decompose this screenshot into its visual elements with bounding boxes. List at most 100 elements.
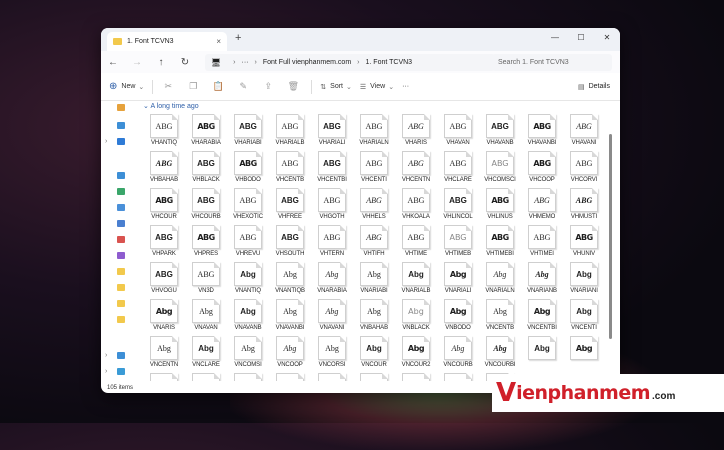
- breadcrumb-more[interactable]: ···: [242, 59, 249, 66]
- font-file-item[interactable]: Abg: [227, 373, 269, 381]
- back-button[interactable]: ←: [101, 57, 125, 68]
- font-file-item[interactable]: ABG VHTIMEB: [437, 225, 479, 262]
- search-input[interactable]: Search 1. Font TCVN3: [492, 53, 612, 71]
- chevron-right-icon[interactable]: ›: [105, 352, 107, 359]
- font-file-item[interactable]: Abg VNCOURBI: [479, 336, 521, 373]
- font-file-item[interactable]: Abg: [143, 373, 185, 381]
- font-file-item[interactable]: ABG VHUNIV: [563, 225, 605, 262]
- vertical-scrollbar[interactable]: [609, 134, 612, 339]
- font-file-item[interactable]: ABG VHPARK: [143, 225, 185, 262]
- font-file-item[interactable]: ABG VHFREE: [269, 188, 311, 225]
- font-file-item[interactable]: ABG VHPRES: [185, 225, 227, 262]
- font-file-item[interactable]: Abg VNARIANB: [521, 262, 563, 299]
- home-icon[interactable]: [117, 104, 125, 111]
- up-button[interactable]: ↑: [149, 57, 173, 68]
- font-file-item[interactable]: Abg: [269, 373, 311, 381]
- font-file-item[interactable]: ABG VHTIMEBI: [479, 225, 521, 262]
- font-file-item[interactable]: ABG VHAVAN: [437, 114, 479, 151]
- font-file-item[interactable]: ABG VHAVANBI: [521, 114, 563, 151]
- font-file-item[interactable]: Abg: [185, 373, 227, 381]
- font-file-item[interactable]: ABG VHCENTB: [269, 151, 311, 188]
- font-file-item[interactable]: ABG VHCENTN: [395, 151, 437, 188]
- tab-close-icon[interactable]: ×: [216, 37, 221, 46]
- details-button[interactable]: ▤ Details: [578, 83, 610, 91]
- rename-icon[interactable]: ✎: [233, 81, 253, 92]
- font-file-item[interactable]: Abg VNARIALB: [395, 262, 437, 299]
- new-button[interactable]: ⊕ New ⌄: [109, 81, 144, 92]
- pictures-icon[interactable]: [117, 220, 125, 227]
- videos-icon[interactable]: [117, 252, 125, 259]
- new-tab-button[interactable]: +: [235, 32, 241, 44]
- font-file-item[interactable]: ABG VHREVU: [227, 225, 269, 262]
- tab-font-tcvn3[interactable]: 1. Font TCVN3 ×: [107, 32, 227, 51]
- font-file-item[interactable]: Abg VNCOOP: [269, 336, 311, 373]
- font-file-item[interactable]: Abg VNARIALI: [437, 262, 479, 299]
- onedrive-icon[interactable]: [117, 138, 125, 145]
- font-file-item[interactable]: ABG VHAVANI: [563, 114, 605, 151]
- font-file-item[interactable]: Abg VNCENTBI: [521, 299, 563, 336]
- font-file-item[interactable]: Abg: [353, 373, 395, 381]
- font-file-item[interactable]: Abg VNCORSI: [311, 336, 353, 373]
- font-file-item[interactable]: ABG VHARABIA: [185, 114, 227, 151]
- refresh-button[interactable]: ↻: [173, 57, 197, 68]
- font-file-item[interactable]: ABG VHTIME: [395, 225, 437, 262]
- font-file-item[interactable]: Abg VNAVANB: [227, 299, 269, 336]
- view-button[interactable]: ☰ View ⌄: [360, 83, 394, 91]
- font-file-item[interactable]: ABG VHTERN: [311, 225, 353, 262]
- font-file-item[interactable]: ABG VHLINUS: [479, 188, 521, 225]
- font-file-item[interactable]: ABG VHCORVI: [563, 151, 605, 188]
- font-file-item[interactable]: Abg VNBLACK: [395, 299, 437, 336]
- font-file-item[interactable]: ABG VHKOALA: [395, 188, 437, 225]
- font-file-item[interactable]: ABG VHAVANB: [479, 114, 521, 151]
- font-file-item[interactable]: Abg: [563, 336, 605, 373]
- font-file-item[interactable]: Abg: [437, 373, 479, 381]
- font-file-item[interactable]: Abg VNBODO: [437, 299, 479, 336]
- font-file-item[interactable]: Abg VNCOUR2: [395, 336, 437, 373]
- font-file-item[interactable]: ABG VHTIMEI: [521, 225, 563, 262]
- forward-button[interactable]: →: [125, 57, 149, 68]
- font-file-item[interactable]: ABG VHCLARE: [437, 151, 479, 188]
- font-file-item[interactable]: ABG VHARIABI: [227, 114, 269, 151]
- font-file-item[interactable]: ABG VHEXOTIC: [227, 188, 269, 225]
- font-file-item[interactable]: ABG VHCENTI: [353, 151, 395, 188]
- folder-icon[interactable]: [117, 284, 125, 291]
- font-file-item[interactable]: Abg VNARIS: [143, 299, 185, 336]
- folder-icon[interactable]: [117, 268, 125, 275]
- font-file-item[interactable]: Abg: [521, 336, 563, 373]
- font-file-item[interactable]: ABG VHBODO: [227, 151, 269, 188]
- font-file-item[interactable]: ABG VHTIFH: [353, 225, 395, 262]
- font-file-item[interactable]: ABG VHSOUTH: [269, 225, 311, 262]
- network-icon[interactable]: [117, 368, 125, 375]
- font-file-item[interactable]: ABG VHCOURB: [185, 188, 227, 225]
- font-file-item[interactable]: Abg: [311, 373, 353, 381]
- font-file-item[interactable]: ABG VHARIS: [395, 114, 437, 151]
- font-file-item[interactable]: ABG VN3D: [185, 262, 227, 299]
- downloads-icon[interactable]: [117, 188, 125, 195]
- font-file-item[interactable]: Abg VNBAHAB: [353, 299, 395, 336]
- font-file-item[interactable]: ABG VHBAHAB: [143, 151, 185, 188]
- more-options-button[interactable]: ···: [402, 83, 409, 90]
- font-file-item[interactable]: ABG VHHELS: [353, 188, 395, 225]
- font-file-item[interactable]: ABG VHARIALB: [269, 114, 311, 151]
- font-file-item[interactable]: ABG VHCENTBI: [311, 151, 353, 188]
- font-file-item[interactable]: Abg VNARABIA: [311, 262, 353, 299]
- font-file-item[interactable]: Abg VNAVANI: [311, 299, 353, 336]
- font-file-item[interactable]: Abg VNCLARE: [185, 336, 227, 373]
- font-file-item[interactable]: Abg VNANTIQ: [227, 262, 269, 299]
- font-file-item[interactable]: ABG VHMUSTI: [563, 188, 605, 225]
- breadcrumb-item-font-full[interactable]: Font Full vienphanmem.com: [263, 59, 351, 66]
- font-file-item[interactable]: Abg VNCENTB: [479, 299, 521, 336]
- font-file-item[interactable]: Abg VNARIANI: [563, 262, 605, 299]
- font-file-item[interactable]: ABG VHANTIQ: [143, 114, 185, 151]
- font-file-item[interactable]: Abg VNCOUR: [353, 336, 395, 373]
- music-icon[interactable]: [117, 236, 125, 243]
- font-file-item[interactable]: ABG VHARIALI: [311, 114, 353, 151]
- breadcrumb[interactable]: 🖥 › ··· › Font Full vienphanmem.com › 1.…: [205, 53, 495, 71]
- maximize-button[interactable]: ☐: [568, 28, 594, 46]
- documents-icon[interactable]: [117, 204, 125, 211]
- breadcrumb-item-font-tcvn3[interactable]: 1. Font TCVN3: [366, 59, 413, 66]
- font-file-item[interactable]: Abg VNARIABI: [353, 262, 395, 299]
- cut-icon[interactable]: ✂: [158, 81, 178, 92]
- font-file-item[interactable]: ABG VHLINCOL: [437, 188, 479, 225]
- delete-icon[interactable]: 🗑: [283, 81, 303, 92]
